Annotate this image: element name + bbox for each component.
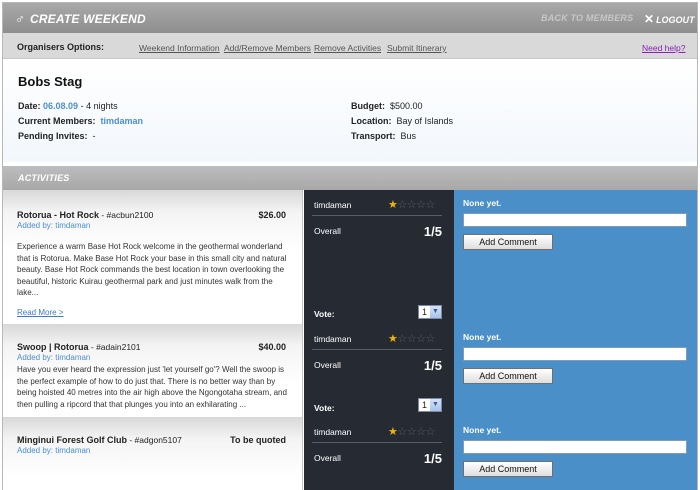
read-more-link[interactable]: Read More > xyxy=(17,308,63,317)
options-label: Organisers Options: xyxy=(17,42,105,52)
star-rating: ★☆☆☆☆ xyxy=(388,198,435,211)
rating-panel: timdaman ★☆☆☆☆ Overall 1/5 xyxy=(304,417,454,490)
comments-empty: None yet. xyxy=(463,425,502,435)
comment-input[interactable] xyxy=(463,347,687,361)
date-value: 06.08.09 xyxy=(43,101,79,111)
add-comment-button[interactable]: Add Comment xyxy=(463,461,553,477)
overall-score: 1/5 xyxy=(423,358,442,373)
activity-row: Minginui Forest Golf Club - #adgon5107 A… xyxy=(3,417,697,490)
activity-price: $40.00 xyxy=(258,342,286,352)
submit-itinerary-link[interactable]: Submit Itinerary xyxy=(387,43,447,53)
page-frame: ♂ CREATE WEEKEND BACK TO MEMBERS ✕ LOGOUT … xyxy=(2,2,698,490)
activities-header: ACTIVITIES xyxy=(3,166,697,190)
rating-panel: timdaman ★☆☆☆☆ Overall 1/5 Vote: 1 ▼ xyxy=(304,190,454,324)
rater-name: timdaman xyxy=(314,334,352,344)
back-to-members-link[interactable]: BACK TO MEMBERS xyxy=(541,13,633,23)
star-filled-icon: ★ xyxy=(388,426,398,438)
activity-name: Rotorua - Hot Rock - #acbun2100 xyxy=(17,210,154,220)
weekend-summary: Bobs Stag Date: 06.08.09 - 4 nights Curr… xyxy=(3,60,697,162)
member-link[interactable]: timdaman xyxy=(101,116,144,126)
add-comment-button[interactable]: Add Comment xyxy=(463,368,553,384)
added-by: Added by: timdaman xyxy=(17,221,91,230)
activity-info: Swoop | Rotorua - #adain2101 Added by: t… xyxy=(3,324,303,417)
pending-invites-field: Pending Invites: - xyxy=(18,131,96,141)
activity-description: Experience a warm Base Hot Rock welcome … xyxy=(17,242,287,297)
activity-description: Have you ever heard the expression just … xyxy=(17,365,287,409)
star-filled-icon: ★ xyxy=(388,199,398,211)
vote-select[interactable]: 1 ▼ xyxy=(418,398,442,412)
add-comment-button[interactable]: Add Comment xyxy=(463,234,553,250)
organiser-options-bar: Organisers Options: Weekend Information … xyxy=(3,33,697,59)
activity-row: Rotorua - Hot Rock - #acbun2100 Added by… xyxy=(3,190,697,324)
app-title: ♂ CREATE WEEKEND xyxy=(15,11,146,26)
activity-price: $26.00 xyxy=(258,210,286,220)
top-header: ♂ CREATE WEEKEND BACK TO MEMBERS ✕ LOGOUT xyxy=(3,3,697,33)
star-empty-icon: ☆☆☆☆ xyxy=(397,199,435,211)
comment-panel: None yet. Add Comment xyxy=(454,190,697,324)
activity-name: Minginui Forest Golf Club - #adgon5107 xyxy=(17,435,182,445)
star-filled-icon: ★ xyxy=(388,333,398,345)
members-field: Current Members: timdaman xyxy=(18,116,144,126)
rating-separator xyxy=(312,442,442,443)
activity-price: To be quoted xyxy=(230,435,286,445)
star-rating: ★☆☆☆☆ xyxy=(388,425,435,438)
activity-name: Swoop | Rotorua - #adain2101 xyxy=(17,342,141,352)
comment-input[interactable] xyxy=(463,213,687,227)
rater-name: timdaman xyxy=(314,200,352,210)
need-help-link[interactable]: Need help? xyxy=(642,43,685,53)
star-empty-icon: ☆☆☆☆ xyxy=(397,333,435,345)
overall-score: 1/5 xyxy=(423,224,442,239)
transport-field: Transport: Bus xyxy=(351,131,417,141)
add-remove-members-link[interactable]: Add/Remove Members xyxy=(224,43,311,53)
rating-separator xyxy=(312,349,442,350)
overall-score: 1/5 xyxy=(423,451,442,466)
chevron-down-icon: ▼ xyxy=(430,306,441,318)
logout-button[interactable]: ✕ LOGOUT xyxy=(644,12,695,26)
budget-field: Budget: $500.00 xyxy=(351,101,423,111)
star-empty-icon: ☆☆☆☆ xyxy=(397,426,435,438)
activity-row: Swoop | Rotorua - #adain2101 Added by: t… xyxy=(3,324,697,417)
rater-name: timdaman xyxy=(314,427,352,437)
added-by: Added by: timdaman xyxy=(17,446,91,455)
activity-info: Rotorua - Hot Rock - #acbun2100 Added by… xyxy=(3,190,303,324)
vote-select[interactable]: 1 ▼ xyxy=(418,305,442,319)
vote-label: Vote: xyxy=(314,403,335,413)
added-by: Added by: timdaman xyxy=(17,353,91,362)
comment-panel: None yet. Add Comment xyxy=(454,417,697,490)
comments-empty: None yet. xyxy=(463,198,502,208)
chevron-down-icon: ▼ xyxy=(430,399,441,411)
overall-label: Overall xyxy=(314,453,341,463)
close-x-icon: ✕ xyxy=(644,12,655,26)
star-rating: ★☆☆☆☆ xyxy=(388,332,435,345)
overall-label: Overall xyxy=(314,226,341,236)
comments-empty: None yet. xyxy=(463,332,502,342)
activity-info: Minginui Forest Golf Club - #adgon5107 A… xyxy=(3,417,303,490)
location-field: Location: Bay of Islands xyxy=(351,116,454,126)
rating-separator xyxy=(312,215,442,216)
male-symbol-icon: ♂ xyxy=(15,11,25,26)
comment-panel: None yet. Add Comment xyxy=(454,324,697,417)
date-field: Date: 06.08.09 - 4 nights xyxy=(18,101,118,111)
rating-panel: timdaman ★☆☆☆☆ Overall 1/5 Vote: 1 ▼ xyxy=(304,324,454,417)
weekend-title: Bobs Stag xyxy=(18,74,83,89)
remove-activities-link[interactable]: Remove Activities xyxy=(314,43,381,53)
weekend-information-link[interactable]: Weekend Information xyxy=(139,43,220,53)
overall-label: Overall xyxy=(314,360,341,370)
comment-input[interactable] xyxy=(463,440,687,454)
vote-label: Vote: xyxy=(314,309,335,319)
